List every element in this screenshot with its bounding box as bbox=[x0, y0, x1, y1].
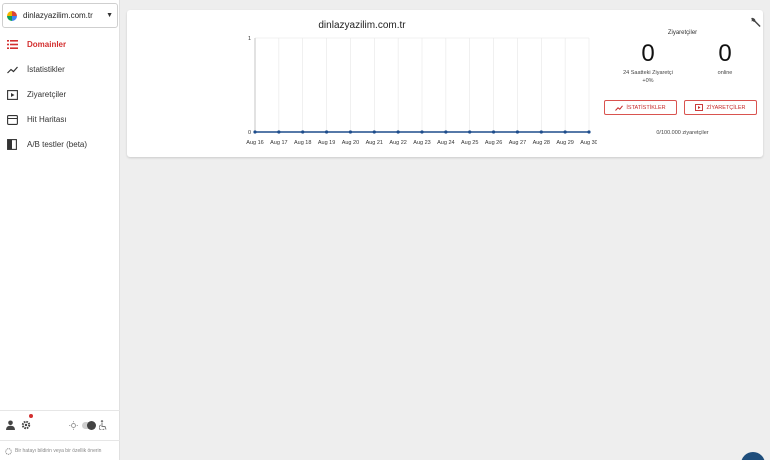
x-tick-label: Aug 21 bbox=[366, 140, 383, 146]
sidebar-item-label: A/B testler (beta) bbox=[27, 140, 88, 149]
sidebar: dinlazyazilim.com.tr ▼ Domainler İstatis… bbox=[0, 0, 120, 460]
play-box-icon bbox=[695, 104, 704, 111]
trend-icon bbox=[615, 104, 624, 111]
sidebar-item-istatistikler[interactable]: İstatistikler bbox=[0, 57, 120, 82]
data-point bbox=[253, 130, 257, 134]
feedback-link[interactable]: Bir hatayı bildirin veya bir özellik öne… bbox=[15, 448, 101, 454]
sidebar-item-domainler[interactable]: Domainler bbox=[0, 32, 120, 57]
sidebar-item-label: İstatistikler bbox=[27, 65, 65, 74]
x-tick-label: Aug 28 bbox=[533, 140, 550, 146]
data-point bbox=[372, 130, 376, 134]
play-box-icon bbox=[6, 89, 18, 101]
sidebar-item-ziyaretciler[interactable]: Ziyaretçiler bbox=[0, 82, 120, 107]
statistics-button[interactable]: İSTATİSTİKLER bbox=[604, 100, 677, 115]
stats-title: Ziyaretçiler bbox=[667, 30, 698, 36]
sidebar-item-label: Hit Haritası bbox=[27, 115, 67, 124]
online-count: 0 bbox=[718, 40, 732, 67]
site-select[interactable]: dinlazyazilim.com.tr ▼ bbox=[2, 3, 118, 28]
sidebar-footer[interactable]: Bir hatayı bildirin veya bir özellik öne… bbox=[0, 440, 120, 460]
x-tick-label: Aug 25 bbox=[461, 140, 478, 146]
x-tick-label: Aug 18 bbox=[294, 140, 311, 146]
data-point bbox=[468, 130, 472, 134]
visitors-button-label: ZİYARETÇİLER bbox=[706, 104, 746, 111]
x-tick-label: Aug 22 bbox=[389, 140, 406, 146]
x-tick-label: Aug 17 bbox=[270, 140, 287, 146]
data-point bbox=[396, 130, 400, 134]
sidebar-item-label: Ziyaretçiler bbox=[27, 90, 67, 99]
visitor-quota: 0/100.000 ziyaretçiler bbox=[656, 130, 709, 136]
visitors-chart: 0 1 Aug 16 Aug 17 Aug 18 Aug 19 Aug 20 Aug 21 Au… bbox=[246, 36, 597, 146]
data-point bbox=[491, 130, 496, 134]
y-tick-label: 0 bbox=[248, 130, 251, 136]
x-tick-label: Aug 30 bbox=[580, 140, 597, 146]
y-tick-label: 1 bbox=[248, 36, 251, 42]
data-point bbox=[348, 130, 353, 134]
x-tick-label: Aug 29 bbox=[556, 140, 573, 146]
sidebar-item-ab-testler[interactable]: A/B testler (beta) bbox=[0, 132, 120, 157]
data-point bbox=[324, 130, 329, 134]
theme-toggle[interactable] bbox=[82, 421, 96, 430]
caret-down-icon: ▼ bbox=[106, 12, 113, 19]
notification-dot bbox=[29, 413, 33, 418]
data-point bbox=[539, 130, 543, 134]
visitors-change: +0% bbox=[642, 78, 654, 84]
x-tick-label: Aug 27 bbox=[509, 140, 526, 146]
sun-icon bbox=[69, 417, 78, 435]
data-point bbox=[444, 130, 448, 134]
user-icon[interactable] bbox=[6, 417, 15, 435]
data-point bbox=[587, 130, 591, 134]
data-point bbox=[563, 130, 567, 134]
x-tick-label: Aug 24 bbox=[437, 140, 454, 146]
x-tick-label: Aug 16 bbox=[246, 140, 263, 146]
wrench-icon[interactable] bbox=[750, 15, 761, 33]
settings-gear-icon[interactable] bbox=[21, 413, 33, 435]
x-tick-label: Aug 19 bbox=[318, 140, 335, 146]
map-icon bbox=[6, 114, 18, 126]
data-point bbox=[277, 130, 281, 134]
data-point bbox=[515, 130, 520, 134]
statistics-button-label: İSTATİSTİKLER bbox=[626, 104, 666, 111]
sidebar-item-label: Domainler bbox=[27, 40, 67, 49]
sidebar-nav: Domainler İstatistikler Ziyaretçiler Hit… bbox=[0, 32, 120, 157]
split-test-icon bbox=[6, 139, 18, 151]
bug-icon bbox=[5, 442, 12, 460]
domain-card: dinlazyazilim.com.tr 0 1 Aug 16 Aug 17 Aug 1… bbox=[127, 10, 763, 157]
chat-fab-button[interactable] bbox=[741, 452, 765, 460]
online-label: online bbox=[717, 70, 733, 76]
visitors-24h-label: 24 Saatteki Ziyaretçi bbox=[623, 70, 673, 76]
data-point bbox=[301, 130, 305, 134]
x-tick-label: Aug 23 bbox=[413, 140, 430, 146]
x-tick-label: Aug 20 bbox=[342, 140, 359, 146]
list-icon bbox=[6, 39, 18, 51]
trend-icon bbox=[6, 64, 18, 76]
stats-panel: Ziyaretçiler 0 24 Saatteki Ziyaretçi +0%… bbox=[602, 10, 763, 157]
data-point bbox=[420, 130, 424, 134]
visitors-24h-count: 0 bbox=[641, 40, 655, 67]
site-logo-icon bbox=[7, 10, 17, 21]
sidebar-item-hit-haritasi[interactable]: Hit Haritası bbox=[0, 107, 120, 132]
site-select-label: dinlazyazilim.com.tr bbox=[23, 11, 93, 20]
x-tick-label: Aug 26 bbox=[485, 140, 502, 146]
sidebar-tools bbox=[0, 410, 120, 440]
toggle-knob bbox=[87, 421, 96, 430]
accessibility-icon[interactable] bbox=[98, 417, 107, 435]
visitors-button[interactable]: ZİYARETÇİLER bbox=[684, 100, 757, 115]
